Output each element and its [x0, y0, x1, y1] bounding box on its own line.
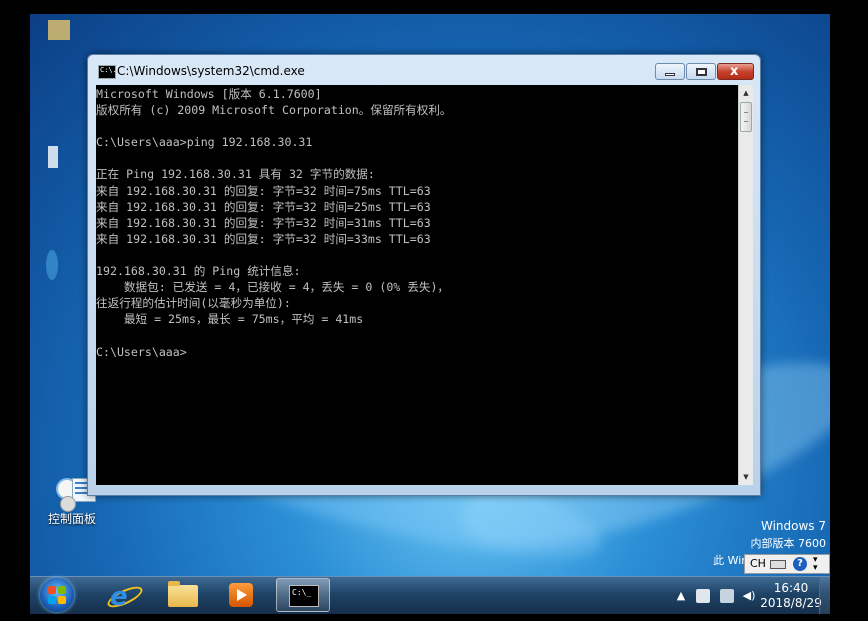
console-output: Microsoft Windows [版本 6.1.7600] 版权所有 (c)…	[96, 87, 452, 359]
scroll-down-icon[interactable]: ▼	[739, 469, 753, 485]
maximize-button[interactable]	[686, 63, 716, 80]
taskbar-explorer-button[interactable]	[155, 578, 209, 612]
scroll-up-icon[interactable]: ▲	[739, 85, 753, 101]
windows-logo-icon	[48, 586, 66, 604]
cmd-icon: C:\_	[289, 585, 319, 607]
network-icon[interactable]	[46, 250, 58, 280]
clock-time: 16:40	[773, 581, 809, 595]
language-bar-options-icon[interactable]: ▾ ▾	[813, 556, 818, 573]
cmd-window-icon[interactable]: C:\.	[98, 65, 117, 79]
folder-icon[interactable]	[48, 20, 70, 40]
media-player-icon	[229, 583, 253, 607]
show-hidden-icons-icon[interactable]: ▲	[674, 589, 688, 603]
show-desktop-button[interactable]	[819, 577, 830, 614]
window-title: C:\Windows\system32\cmd.exe	[117, 64, 305, 78]
desktop: 控制面板 C:\. C:\Windows\system32\cmd.exe x …	[30, 14, 830, 614]
language-indicator[interactable]: CH	[750, 557, 766, 570]
language-bar[interactable]: CH ? ▾ ▾	[744, 554, 830, 574]
taskbar: e C:\_ ▲ ◀) 16:40 2018/8/29	[30, 576, 830, 614]
control-panel-label: 控制面板	[47, 512, 96, 526]
minimize-icon	[665, 73, 675, 76]
minimize-button[interactable]	[655, 63, 685, 80]
action-center-icon[interactable]	[696, 589, 710, 603]
taskbar-media-player-button[interactable]	[214, 578, 268, 612]
recycle-bin-icon[interactable]	[48, 146, 58, 168]
taskbar-ie-button[interactable]: e	[96, 578, 150, 612]
close-icon: x	[730, 64, 739, 79]
clock-date: 2018/8/29	[760, 596, 822, 610]
explorer-icon	[168, 581, 198, 607]
ie-icon: e	[110, 582, 128, 612]
close-button[interactable]: x	[717, 63, 754, 80]
network-tray-icon[interactable]	[720, 589, 734, 603]
watermark-line: Windows 7	[760, 519, 826, 533]
title-bar[interactable]: C:\. C:\Windows\system32\cmd.exe x	[88, 55, 760, 83]
watermark-line: 内部版本 7600	[750, 537, 827, 550]
console-area[interactable]: Microsoft Windows [版本 6.1.7600] 版权所有 (c)…	[96, 85, 738, 485]
keyboard-icon[interactable]	[770, 560, 786, 569]
vertical-scrollbar[interactable]: ▲ ▼	[738, 85, 753, 485]
taskbar-cmd-button[interactable]: C:\_	[276, 578, 330, 612]
clock[interactable]: 16:40 2018/8/29	[758, 581, 824, 611]
system-tray: ▲ ◀) 16:40 2018/8/29	[640, 577, 830, 614]
maximize-icon	[696, 68, 707, 76]
help-icon[interactable]: ?	[793, 557, 807, 571]
volume-icon[interactable]: ◀)	[742, 589, 756, 603]
start-button[interactable]	[40, 578, 74, 612]
scroll-thumb[interactable]	[740, 102, 752, 132]
cmd-window[interactable]: C:\. C:\Windows\system32\cmd.exe x Micro…	[87, 54, 761, 496]
